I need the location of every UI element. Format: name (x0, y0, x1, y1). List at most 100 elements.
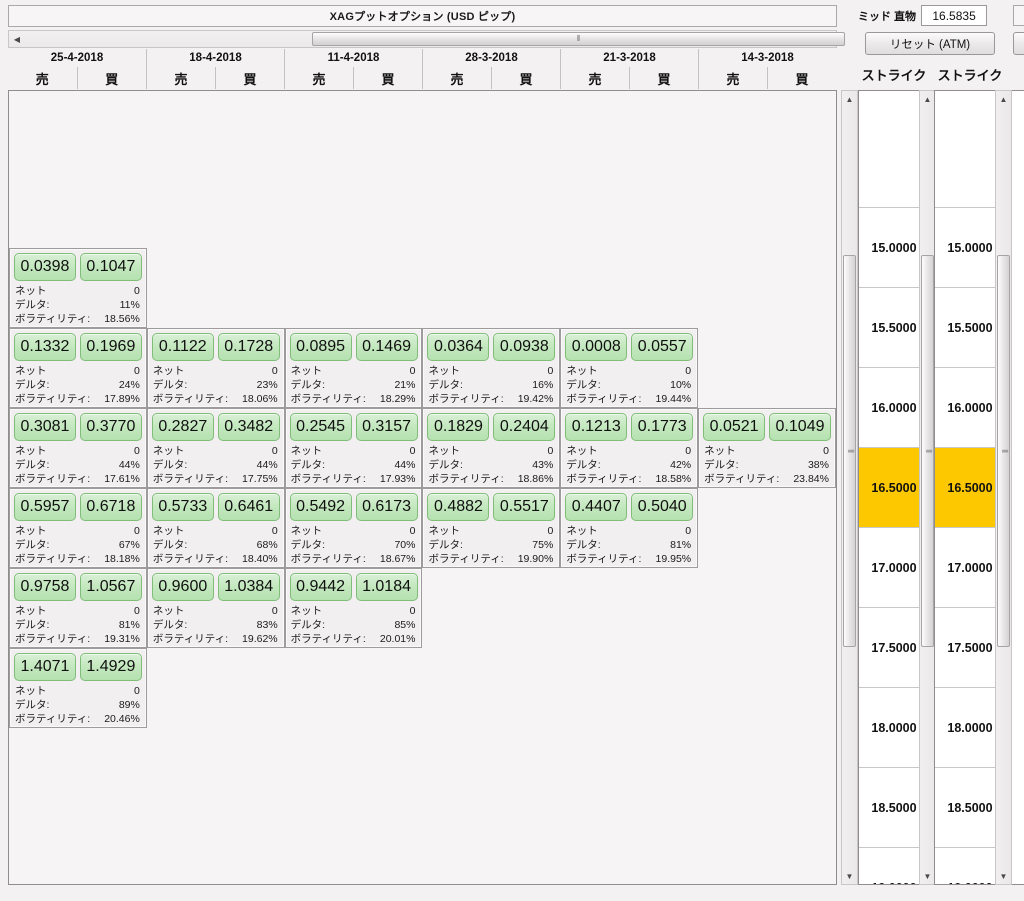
ask-price-button[interactable]: 1.4929 (79, 653, 142, 681)
scroll-down-arrow-icon[interactable]: ▼ (920, 868, 935, 884)
bid-column-label[interactable]: 売 (8, 67, 77, 89)
net-value: 0 (133, 365, 140, 377)
scroll-left-arrow-icon[interactable]: ◀ (9, 31, 25, 47)
scroll-down-arrow-icon[interactable]: ▼ (842, 868, 857, 884)
volatility-label: ボラティリティ: (290, 633, 366, 645)
ask-column-label[interactable]: 買 (76, 67, 147, 89)
bid-column-label[interactable]: 売 (423, 67, 491, 89)
net-value: 0 (409, 605, 416, 617)
bid-price-button[interactable]: 0.1213 (565, 413, 628, 441)
expiry-date-label: 28-3-2018 (465, 52, 518, 64)
ask-price-button[interactable]: 0.1047 (79, 253, 142, 281)
bid-price-button[interactable]: 0.1829 (427, 413, 490, 441)
bid-price-button[interactable]: 0.1122 (151, 333, 214, 361)
bid-price-button[interactable]: 0.5733 (151, 493, 214, 521)
delta-value: 24% (118, 379, 140, 391)
net-value: 0 (547, 365, 554, 377)
net-label: ネット (15, 365, 47, 377)
reset-atm-button[interactable]: リセット (ATM) (865, 32, 995, 55)
ask-price-button[interactable]: 0.2404 (493, 413, 556, 441)
scroll-up-arrow-icon[interactable]: ▲ (842, 91, 857, 107)
ask-price-button[interactable]: 0.3770 (79, 413, 142, 441)
ask-price-button[interactable]: 0.1728 (217, 333, 280, 361)
bid-column-label[interactable]: 売 (147, 67, 215, 89)
grid-vertical-scrollbar[interactable]: ▲ ⦀ ▼ (841, 90, 858, 885)
scroll-down-arrow-icon[interactable]: ▼ (996, 868, 1011, 884)
edge-button[interactable] (1013, 32, 1024, 55)
vscroll-track[interactable]: ⦀ (842, 107, 857, 868)
option-quote-cell: 0.1829 0.2404 ネット 0 デルタ: 43% ボラティリティ: 18.86% (422, 408, 561, 488)
bid-price-button[interactable]: 1.4071 (14, 653, 76, 681)
ask-price-button[interactable]: 0.1969 (79, 333, 142, 361)
bid-price-button[interactable]: 0.4882 (427, 493, 490, 521)
ask-column-label[interactable]: 買 (491, 67, 560, 89)
ask-price-button[interactable]: 0.6718 (79, 493, 142, 521)
quote-metrics: ネット 0 デルタ: 89% ボラティリティ: 20.46% (12, 681, 144, 726)
bid-price-button[interactable]: 0.0521 (703, 413, 766, 441)
ask-column-label[interactable]: 買 (767, 67, 836, 89)
net-value: 0 (271, 605, 278, 617)
ask-price-button[interactable]: 1.0567 (79, 573, 142, 601)
scroll-up-arrow-icon[interactable]: ▲ (996, 91, 1011, 107)
ask-price-button[interactable]: 0.1469 (355, 333, 418, 361)
empty-cell (560, 648, 699, 728)
window-title-bar: XAGプットオプション (USD ピップ) (8, 5, 837, 27)
volatility-value: 18.40% (242, 553, 278, 565)
ask-price-button[interactable]: 0.0938 (493, 333, 556, 361)
ask-price-button[interactable]: 0.6173 (355, 493, 418, 521)
vscroll-track[interactable]: ⦀ (920, 107, 935, 868)
bid-column-label[interactable]: 売 (561, 67, 629, 89)
ask-column-label[interactable]: 買 (215, 67, 284, 89)
volatility-label: ボラティリティ: (152, 633, 228, 645)
ask-price-button[interactable]: 0.1049 (769, 413, 831, 441)
horizontal-scrollbar[interactable]: ◀ ⦀ ▶ (8, 30, 845, 48)
bid-price-button[interactable]: 0.0398 (14, 253, 76, 281)
volatility-label: ボラティリティ: (15, 713, 91, 725)
bid-price-button[interactable]: 0.1332 (14, 333, 76, 361)
bid-price-button[interactable]: 0.9758 (14, 573, 76, 601)
vscroll-thumb[interactable]: ⦀ (843, 255, 856, 647)
bid-price-button[interactable]: 0.2827 (151, 413, 214, 441)
bid-price-button[interactable]: 0.9600 (151, 573, 214, 601)
ask-price-button[interactable]: 0.1773 (631, 413, 694, 441)
ask-price-button[interactable]: 1.0384 (217, 573, 280, 601)
ask-column-label[interactable]: 買 (353, 67, 422, 89)
hscroll-thumb[interactable]: ⦀ (312, 32, 845, 46)
volatility-value: 19.62% (242, 633, 278, 645)
bid-price-button[interactable]: 0.0364 (427, 333, 490, 361)
ask-price-button[interactable]: 0.5517 (493, 493, 556, 521)
ask-price-button[interactable]: 1.0184 (355, 573, 418, 601)
bid-price-button[interactable]: 0.3081 (14, 413, 76, 441)
strike-right-vertical-scrollbar[interactable]: ▲ ⦀ ▼ (995, 90, 1012, 885)
bid-price-button[interactable]: 0.0895 (289, 333, 352, 361)
bid-column-label[interactable]: 売 (699, 67, 767, 89)
bid-price-button[interactable]: 0.5492 (289, 493, 352, 521)
bid-price-button[interactable]: 0.9442 (289, 573, 352, 601)
vscroll-thumb[interactable]: ⦀ (921, 255, 934, 647)
ask-price-button[interactable]: 0.0557 (631, 333, 694, 361)
bid-price-button[interactable]: 0.4407 (565, 493, 628, 521)
mid-spot-input[interactable]: 16.5835 (921, 5, 988, 26)
ask-price-button[interactable]: 0.3157 (355, 413, 418, 441)
empty-cell (698, 568, 836, 648)
empty-cell (698, 648, 836, 728)
hscroll-track[interactable]: ⦀ (25, 31, 845, 47)
scroll-up-arrow-icon[interactable]: ▲ (920, 91, 935, 107)
bid-price-button[interactable]: 0.2545 (289, 413, 352, 441)
bid-price-button[interactable]: 0.5957 (14, 493, 76, 521)
ask-price-button[interactable]: 0.5040 (631, 493, 694, 521)
quote-metrics: ネット 0 デルタ: 81% ボラティリティ: 19.31% (12, 601, 144, 646)
ask-column-label[interactable]: 買 (629, 67, 698, 89)
bid-column-label[interactable]: 売 (285, 67, 353, 89)
net-label: ネット (704, 445, 736, 457)
net-value: 0 (409, 445, 416, 457)
bid-price-button[interactable]: 0.0008 (565, 333, 628, 361)
ask-price-button[interactable]: 0.3482 (217, 413, 280, 441)
vscroll-track[interactable]: ⦀ (996, 107, 1011, 868)
ask-price-button[interactable]: 0.6461 (217, 493, 280, 521)
net-label: ネット (290, 605, 323, 617)
option-quote-cell: 0.2827 0.3482 ネット 0 デルタ: 44% ボラティリティ: 17.75% (146, 408, 285, 488)
option-quote-cell: 1.4071 1.4929 ネット 0 デルタ: 89% ボラティリティ: 20.46% (9, 648, 147, 728)
vscroll-thumb[interactable]: ⦀ (997, 255, 1010, 647)
volatility-label: ボラティリティ: (428, 553, 504, 565)
